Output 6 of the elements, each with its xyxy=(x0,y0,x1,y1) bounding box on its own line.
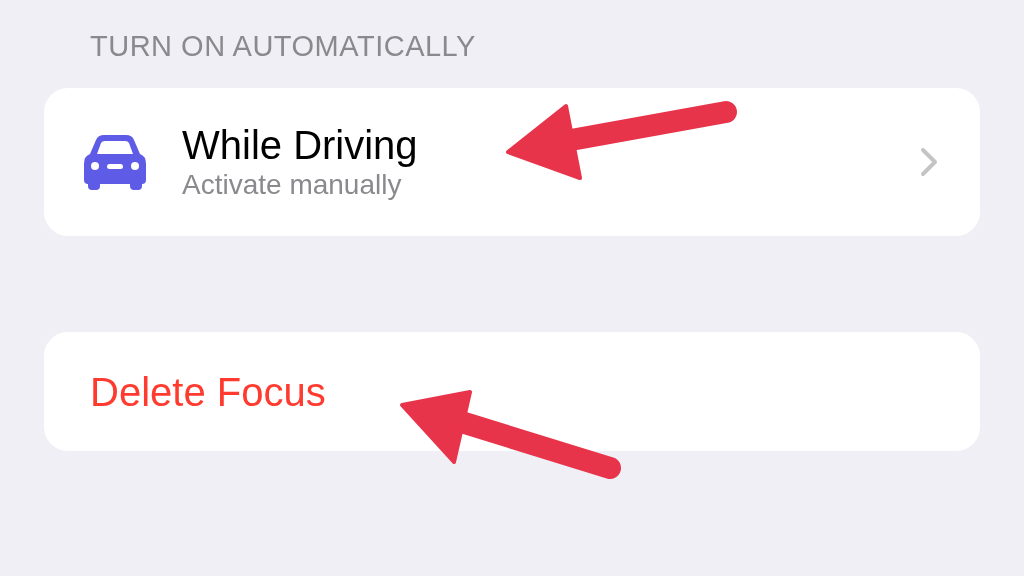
car-icon xyxy=(82,134,148,190)
row-subtitle: Activate manually xyxy=(182,168,402,202)
delete-focus-button[interactable]: Delete Focus xyxy=(90,368,326,415)
row-title: While Driving xyxy=(182,122,418,168)
section-header: TURN ON AUTOMATICALLY xyxy=(90,30,476,62)
while-driving-row[interactable]: While Driving Activate manually xyxy=(44,88,980,236)
